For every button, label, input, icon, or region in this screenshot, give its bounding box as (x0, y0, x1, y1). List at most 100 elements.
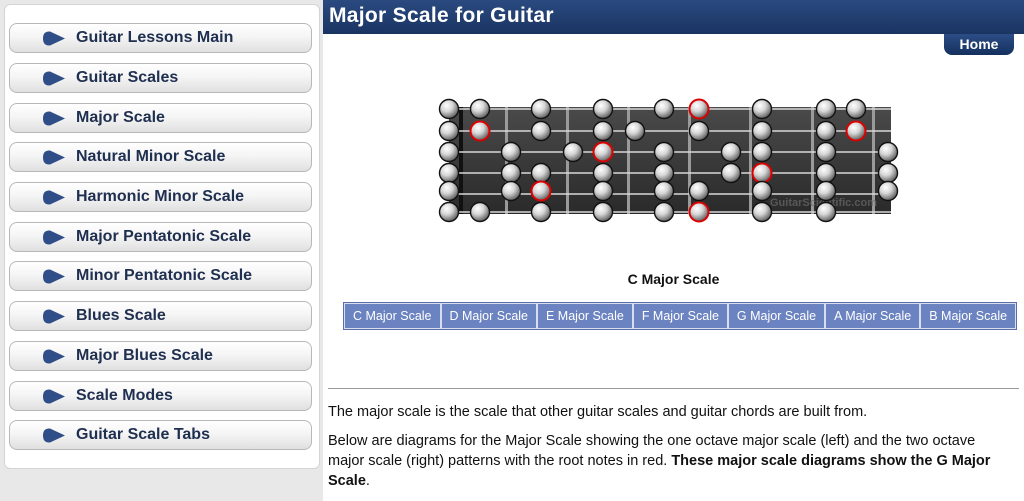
note-marker (751, 141, 773, 163)
note-marker (438, 98, 460, 120)
note-marker (815, 162, 837, 184)
root-note-marker (530, 180, 552, 202)
sidebar-item-guitar-lessons-main[interactable]: Guitar Lessons Main (9, 23, 312, 53)
root-note-marker (688, 98, 710, 120)
page-title: Major Scale for Guitar (329, 4, 554, 27)
sidebar-item-label: Major Scale (76, 109, 165, 126)
note-marker (469, 201, 491, 223)
note-marker (500, 180, 522, 202)
tab-g-major-scale[interactable]: G Major Scale (727, 303, 826, 329)
note-marker (653, 162, 675, 184)
sidebar-item-label: Scale Modes (76, 387, 173, 404)
tab-a-major-scale[interactable]: A Major Scale (825, 303, 921, 329)
arrow-icon (43, 349, 65, 364)
sidebar-item-guitar-scales[interactable]: Guitar Scales (9, 63, 312, 93)
scale-fretboard-diagram: GuitarScientific.com (438, 98, 899, 223)
arrow-icon (43, 150, 65, 165)
note-marker (500, 162, 522, 184)
home-button[interactable]: Home (944, 34, 1014, 55)
note-marker (500, 141, 522, 163)
root-note-marker (688, 201, 710, 223)
tab-e-major-scale[interactable]: E Major Scale (537, 303, 633, 329)
note-marker (438, 201, 460, 223)
sidebar-item-minor-pentatonic-scale[interactable]: Minor Pentatonic Scale (9, 261, 312, 291)
arrow-icon (43, 190, 65, 205)
sidebar: Guitar Lessons Main Guitar Scales Major … (0, 0, 322, 501)
note-marker (592, 180, 614, 202)
note-marker (438, 120, 460, 142)
note-marker (688, 180, 710, 202)
note-marker (592, 120, 614, 142)
fret-wire (749, 107, 752, 214)
note-marker (653, 141, 675, 163)
sidebar-item-label: Major Pentatonic Scale (76, 228, 252, 245)
root-note-marker (845, 120, 867, 142)
sidebar-item-natural-minor-scale[interactable]: Natural Minor Scale (9, 142, 312, 172)
arrow-icon (43, 111, 65, 126)
note-marker (751, 180, 773, 202)
root-note-marker (592, 141, 614, 163)
note-marker (438, 162, 460, 184)
note-marker (530, 98, 552, 120)
sidebar-item-label: Guitar Lessons Main (76, 29, 234, 46)
note-marker (592, 201, 614, 223)
arrow-icon (43, 230, 65, 245)
note-marker (877, 141, 899, 163)
fret-wire (688, 107, 691, 214)
arrow-icon (43, 269, 65, 284)
sidebar-item-label: Blues Scale (76, 307, 166, 324)
sidebar-item-major-blues-scale[interactable]: Major Blues Scale (9, 341, 312, 371)
tab-d-major-scale[interactable]: D Major Scale (440, 303, 537, 329)
note-marker (815, 180, 837, 202)
intro-paragraph: The major scale is the scale that other … (328, 404, 868, 420)
sidebar-item-major-pentatonic-scale[interactable]: Major Pentatonic Scale (9, 222, 312, 252)
note-marker (653, 201, 675, 223)
root-note-marker (751, 162, 773, 184)
note-marker (653, 180, 675, 202)
tab-b-major-scale[interactable]: B Major Scale (920, 303, 1017, 329)
note-marker (530, 162, 552, 184)
note-marker (469, 98, 491, 120)
sidebar-item-label: Natural Minor Scale (76, 148, 226, 165)
sidebar-item-label: Harmonic Minor Scale (76, 188, 245, 205)
note-marker (438, 180, 460, 202)
root-note-marker (469, 120, 491, 142)
arrow-icon (43, 71, 65, 86)
arrow-icon (43, 389, 65, 404)
note-marker (530, 201, 552, 223)
sidebar-item-label: Major Blues Scale (76, 347, 213, 364)
note-marker (815, 120, 837, 142)
sidebar-item-blues-scale[interactable]: Blues Scale (9, 301, 312, 331)
note-marker (688, 120, 710, 142)
arrow-icon (43, 309, 65, 324)
note-marker (562, 141, 584, 163)
note-marker (751, 120, 773, 142)
note-marker (624, 120, 646, 142)
note-marker (845, 98, 867, 120)
sidebar-item-guitar-scale-tabs[interactable]: Guitar Scale Tabs (9, 420, 312, 450)
note-marker (815, 201, 837, 223)
arrow-icon (43, 31, 65, 46)
note-marker (438, 141, 460, 163)
tab-f-major-scale[interactable]: F Major Scale (632, 303, 728, 329)
description-paragraph: Below are diagrams for the Major Scale s… (328, 431, 1008, 491)
note-marker (877, 162, 899, 184)
sidebar-item-major-scale[interactable]: Major Scale (9, 103, 312, 133)
divider (328, 388, 1019, 389)
note-marker (877, 180, 899, 202)
note-marker (592, 98, 614, 120)
note-marker (815, 98, 837, 120)
sidebar-item-harmonic-minor-scale[interactable]: Harmonic Minor Scale (9, 182, 312, 212)
scale-tabs: C Major Scale D Major Scale E Major Scal… (343, 302, 1018, 330)
note-marker (720, 141, 742, 163)
tab-c-major-scale[interactable]: C Major Scale (344, 303, 441, 329)
diagram-caption: C Major Scale (627, 271, 720, 287)
sidebar-item-scale-modes[interactable]: Scale Modes (9, 381, 312, 411)
sidebar-item-label: Guitar Scale Tabs (76, 426, 210, 443)
note-marker (592, 162, 614, 184)
note-marker (653, 98, 675, 120)
note-marker (720, 162, 742, 184)
description-end: . (365, 473, 370, 489)
sidebar-item-label: Minor Pentatonic Scale (76, 267, 253, 284)
nut (459, 107, 463, 214)
